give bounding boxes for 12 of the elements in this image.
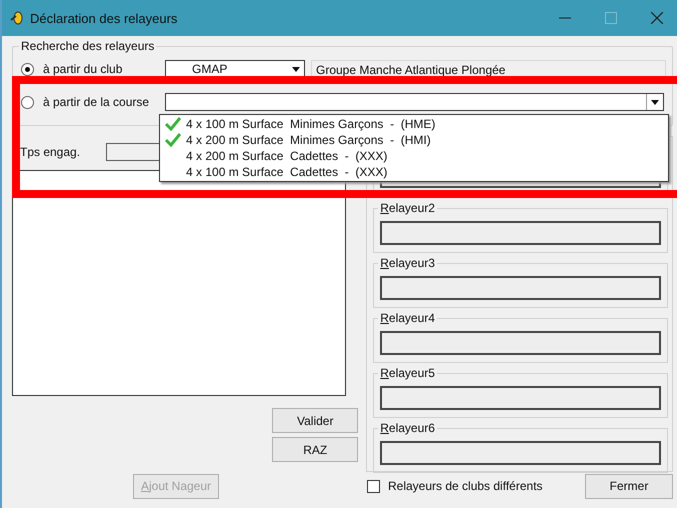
radio-label: à partir de la course xyxy=(43,95,150,109)
radio-label: à partir du club xyxy=(43,62,124,76)
tps-label: Tps engag. xyxy=(20,145,80,159)
relayer-label: Relayeur6 xyxy=(378,421,437,435)
relayer-label: Relayeur2 xyxy=(378,201,437,215)
window-title: Déclaration des relayeurs xyxy=(30,10,178,26)
relayer-label: Relayeur5 xyxy=(378,366,437,380)
club-name-field: Groupe Manche Atlantique Plongée xyxy=(311,60,666,78)
checkbox-label: Relayeurs de clubs différents xyxy=(388,479,543,493)
group-legend: Recherche des relayeurs xyxy=(19,39,156,53)
relayer-label: Relayeur3 xyxy=(378,256,437,270)
relayer-label: Relayeur4 xyxy=(378,311,437,325)
